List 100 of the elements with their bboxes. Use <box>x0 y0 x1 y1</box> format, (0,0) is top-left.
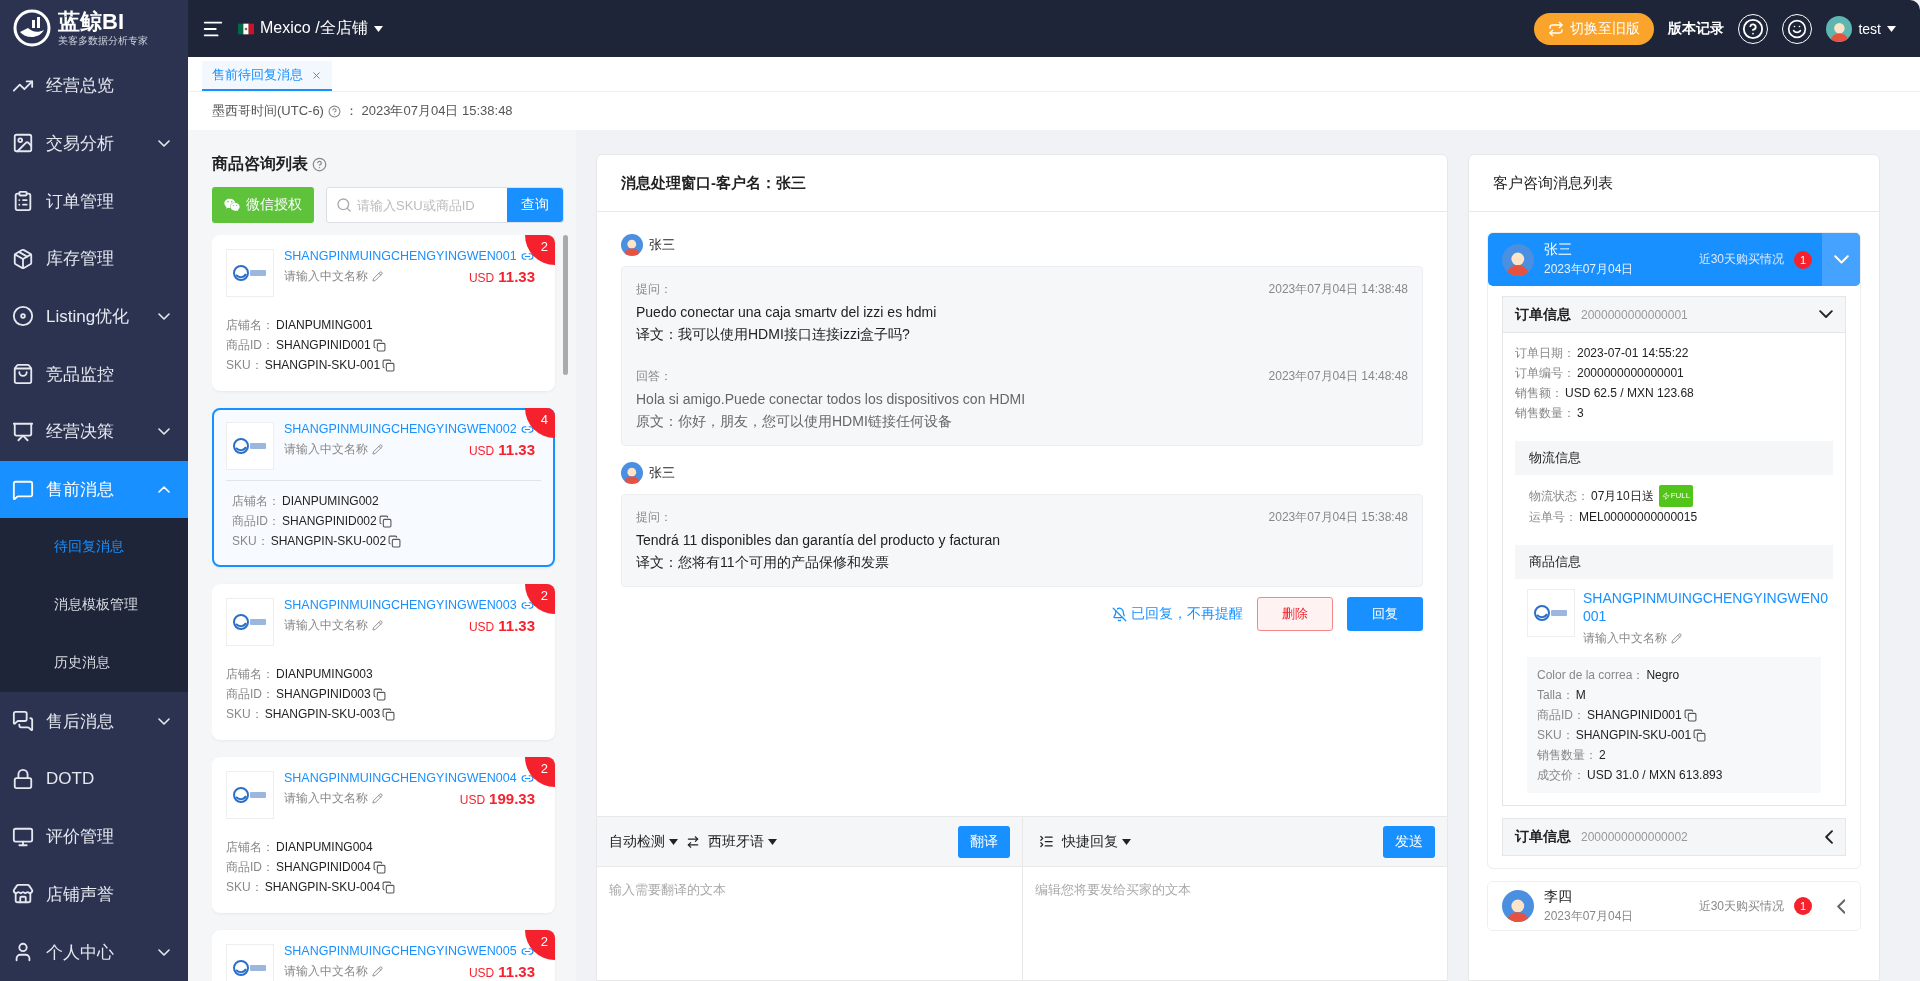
order-header[interactable]: 订单信息 2000000000000001 <box>1503 297 1845 333</box>
copy-icon[interactable] <box>1683 708 1697 722</box>
price: 199.33 <box>489 790 535 807</box>
copy-icon[interactable] <box>372 338 386 352</box>
field-value: 07月10日送 <box>1591 488 1654 505</box>
count-badge: 4 <box>525 408 555 438</box>
pencil-icon[interactable] <box>372 966 383 977</box>
store-selector[interactable]: Mexico /全店铺 <box>238 18 383 39</box>
field-label: 商品ID： <box>226 337 274 354</box>
field-value: DIANPUMING002 <box>282 493 379 510</box>
product-card[interactable]: 2 SHANGPINMUINGCHENGYINGWEN004 请输入中文名称 USD 199.33 店铺名： DIANPUMING004 商品ID： SHANGPINID004 SKU： SHANGPIN-SKU-004 <box>212 757 555 913</box>
count-badge: 2 <box>525 235 555 265</box>
sidebar-subitem[interactable]: 待回复消息 <box>0 518 188 577</box>
sidebar-item[interactable]: 经营决策 <box>0 403 188 461</box>
sidebar-item[interactable]: Listing优化 <box>0 287 188 346</box>
product-card[interactable]: 2 SHANGPINMUINGCHENGYINGWEN003 请输入中文名称 USD 11.33 店铺名： DIANPUMING003 商品ID： SHANGPINID003 SKU： SHANGPIN-SKU-003 <box>212 584 555 740</box>
sidebar-item[interactable]: 店铺声誉 <box>0 865 188 924</box>
count-badge: 1 <box>1794 897 1812 916</box>
name-placeholder: 请输入中文名称 <box>284 268 368 285</box>
sidebar-item[interactable]: 竞品监控 <box>0 345 188 404</box>
field-label: 商品ID： <box>226 859 274 876</box>
pencil-icon[interactable] <box>1671 633 1682 645</box>
copy-icon[interactable] <box>378 514 392 528</box>
field-label: 成交价： <box>1537 767 1585 785</box>
field-value: DIANPUMING003 <box>276 666 373 683</box>
copy-icon[interactable] <box>372 860 386 874</box>
disc-icon <box>12 305 34 328</box>
customer-header[interactable]: 李四 2023年07月04日 近30天购买情况 1 <box>1488 882 1860 931</box>
expand-toggle[interactable] <box>1822 233 1860 286</box>
wechat-icon <box>224 197 240 213</box>
customer-header[interactable]: 张三 2023年07月04日 近30天购买情况 1 <box>1488 233 1860 286</box>
field-label: 物流状态： <box>1529 488 1589 505</box>
timestamp: 2023年07月04日 14:38:48 <box>1268 281 1408 298</box>
sidebar-item[interactable]: 订单管理 <box>0 172 188 230</box>
copy-icon[interactable] <box>1693 728 1707 742</box>
entry-label: 提问： <box>636 281 672 298</box>
package-icon <box>12 247 34 270</box>
sidebar-subitem[interactable]: 消息模板管理 <box>0 576 188 635</box>
current-time: ： 2023年07月04日 15:38:48 <box>344 102 513 120</box>
name-placeholder: 请输入中文名称 <box>284 441 368 458</box>
customer-name: 张三 <box>1544 241 1573 259</box>
section-header: 商品信息 <box>1515 545 1833 579</box>
sidebar-item[interactable]: 个人中心 <box>0 923 188 981</box>
field-label: 运单号： <box>1529 509 1577 526</box>
close-icon[interactable] <box>311 69 322 81</box>
field-value: USD 62.5 / MXN 123.68 <box>1565 385 1694 402</box>
copy-icon[interactable] <box>382 358 396 372</box>
avatar-silhouette <box>1826 15 1853 42</box>
quick-reply-dropdown[interactable]: 快捷回复 <box>1062 832 1131 851</box>
price: 11.33 <box>498 268 535 285</box>
sidebar-item[interactable]: 库存管理 <box>0 229 188 288</box>
caret-icon <box>1887 25 1896 32</box>
product-card[interactable]: 2 SHANGPINMUINGCHENGYINGWEN005 请输入中文名称 USD 11.33 <box>212 930 555 981</box>
pencil-icon[interactable] <box>372 793 383 804</box>
sidebar-item[interactable]: DOTD <box>0 750 188 808</box>
field-value: 2023-07-01 14:55:22 <box>1577 345 1689 362</box>
copy-icon[interactable] <box>372 687 386 701</box>
full-tag: FULL <box>1658 485 1694 507</box>
field-label: 订单日期： <box>1515 345 1575 362</box>
product-card[interactable]: 2 SHANGPINMUINGCHENGYINGWEN001 请输入中文名称 USD 11.33 店铺名： DIANPUMING001 商品ID： SHANGPINID001 SKU： SHANGPIN-SKU-001 <box>212 235 555 391</box>
customer-name: 张三 <box>649 464 675 482</box>
field-value: Negro <box>1646 667 1680 685</box>
name-placeholder: 请输入中文名称 <box>1583 630 1667 648</box>
target-language-dropdown[interactable]: 西班牙语 <box>708 832 777 851</box>
sidebar-item[interactable]: 交易分析 <box>0 114 188 173</box>
padlock-icon <box>12 768 34 791</box>
copy-icon[interactable] <box>382 880 396 894</box>
customer-date: 2023年07月04日 <box>1544 261 1635 278</box>
pencil-icon[interactable] <box>372 620 383 631</box>
logo-subtitle: 美客多数据分析专家 <box>58 35 148 46</box>
product-thumbnail <box>226 249 274 297</box>
sidebar-item[interactable]: 售后消息 <box>0 692 188 751</box>
bag-icon <box>12 363 34 386</box>
field-value: DIANPUMING001 <box>276 317 373 334</box>
pencil-icon[interactable] <box>372 271 383 282</box>
order-header[interactable]: 订单信息 2000000000000002 <box>1503 819 1845 856</box>
sidebar-subitem[interactable]: 历史消息 <box>0 634 188 693</box>
sidebar-item[interactable]: 评价管理 <box>0 807 188 866</box>
order-number: 2000000000000002 <box>1581 830 1689 845</box>
scrollbar[interactable] <box>563 235 568 375</box>
sidebar-item[interactable]: 经营总览 <box>0 56 188 115</box>
panel-title: 客户咨询消息列表 <box>1469 155 1879 212</box>
currency: USD <box>459 793 486 807</box>
avatar-silhouette <box>1502 890 1534 923</box>
timezone-label: 墨西哥时间(UTC-6) <box>212 102 324 120</box>
chevron-left-icon <box>1824 830 1833 845</box>
purchase-history-link[interactable]: 近30天购买情况 <box>1698 897 1784 915</box>
product-card[interactable]: 4 SHANGPINMUINGCHENGYINGWEN002 请输入中文名称 USD 11.33 店铺名： DIANPUMING002 商品ID： SHANGPINID002 SKU： SHANGPIN-SKU-002 <box>212 408 555 567</box>
user-menu[interactable]: test <box>1826 15 1896 42</box>
version-history-link[interactable]: 版本记录 <box>1668 19 1725 38</box>
name-placeholder: 请输入中文名称 <box>284 617 368 634</box>
delete-button[interactable]: 删除 <box>1257 597 1333 631</box>
copy-icon[interactable] <box>388 534 402 548</box>
pencil-icon[interactable] <box>372 444 383 455</box>
field-value: 2 <box>1599 747 1606 765</box>
field-value: SHANGPINID001 <box>1587 707 1682 725</box>
field-label: 销售数量： <box>1537 747 1597 765</box>
copy-icon[interactable] <box>382 707 396 721</box>
source-language-dropdown[interactable]: 自动检测 <box>609 832 678 851</box>
caret-icon <box>768 838 777 845</box>
